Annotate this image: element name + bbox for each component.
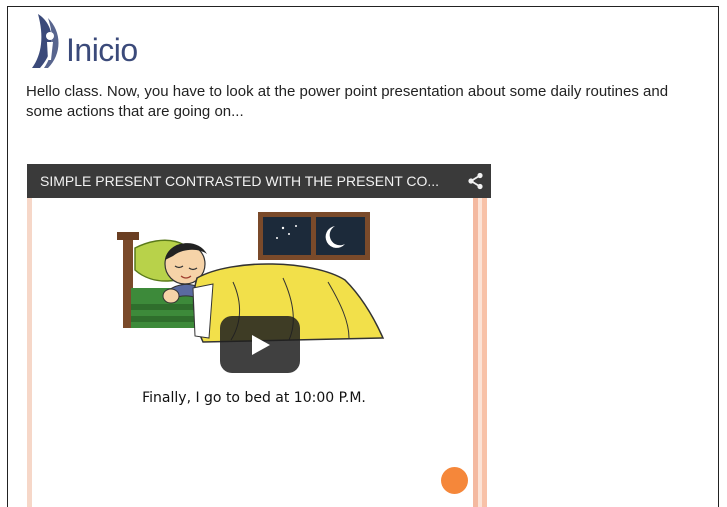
video-title[interactable]: SIMPLE PRESENT CONTRASTED WITH THE PRESE… <box>40 173 439 189</box>
logo-mark-icon <box>32 14 59 68</box>
embedded-video-player[interactable]: SIMPLE PRESENT CONTRASTED WITH THE PRESE… <box>27 164 491 507</box>
slide-border-right <box>469 198 491 507</box>
slide-border-left <box>27 198 32 507</box>
slide-caption: Finally, I go to bed at 10:00 P.M. <box>142 390 366 406</box>
slide-navigation-dot[interactable] <box>441 467 468 494</box>
logo-text: Inicio <box>66 32 138 68</box>
play-button[interactable] <box>220 316 300 373</box>
play-icon <box>252 335 270 355</box>
site-logo[interactable]: Inicio <box>28 10 138 70</box>
video-title-bar: SIMPLE PRESENT CONTRASTED WITH THE PRESE… <box>27 164 491 198</box>
share-icon[interactable] <box>467 172 485 190</box>
night-window-icon <box>258 212 370 260</box>
intro-text: Hello class. Now, you have to look at th… <box>26 83 669 120</box>
